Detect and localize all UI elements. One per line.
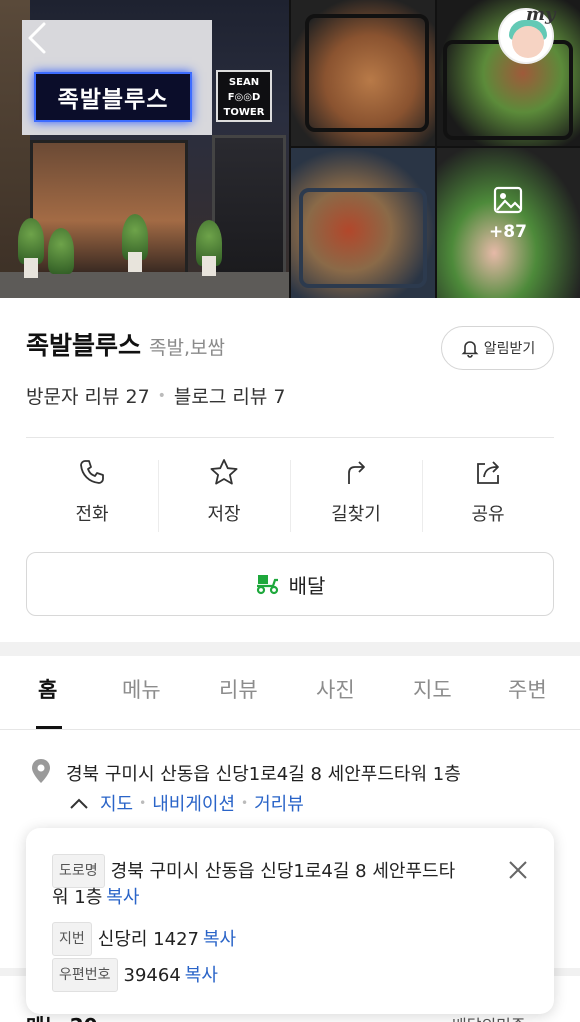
zip-value: 39464 — [123, 965, 181, 986]
more-photos-button[interactable]: +87 — [478, 186, 538, 256]
tower-sign: SEAN F◎◎D TOWER — [216, 70, 272, 122]
back-button[interactable] — [22, 20, 52, 56]
zip-code: 우편번호 39464 복사 — [52, 958, 218, 992]
section-separator — [0, 642, 580, 656]
alarm-button[interactable]: 알림받기 — [441, 326, 554, 370]
food-photo-1[interactable] — [291, 0, 435, 146]
tab-photo[interactable]: 사진 — [316, 674, 355, 704]
active-tab-indicator — [36, 726, 62, 729]
photo-gallery[interactable]: 족발블루스 SEAN F◎◎D TOWER my +87 — [0, 0, 580, 298]
phone-icon — [80, 460, 104, 484]
tab-bar: 홈 메뉴 리뷰 사진 지도 주변 — [0, 656, 580, 730]
star-icon — [210, 459, 238, 485]
chevron-up-icon[interactable] — [68, 796, 90, 810]
road-address-cont: 워 1층 복사 — [52, 884, 139, 912]
place-name: 족발블루스 — [26, 331, 142, 360]
address-links: 지도 • 내비게이션 • 거리뷰 — [68, 790, 304, 816]
tab-nearby[interactable]: 주변 — [508, 674, 547, 704]
delivery-scooter-icon — [256, 575, 278, 595]
lot-address: 지번 신당리 1427 복사 — [52, 922, 236, 956]
storefront-sign: 족발블루스 — [34, 72, 192, 122]
copy-zip-button[interactable]: 복사 — [185, 965, 218, 986]
directions-label: 길찾기 — [331, 504, 381, 525]
image-icon — [493, 186, 523, 214]
alarm-label: 알림받기 — [483, 341, 536, 357]
copy-lot-button[interactable]: 복사 — [203, 929, 236, 950]
share-button[interactable]: 공유 — [422, 458, 554, 532]
divider — [26, 437, 554, 438]
photo-count: +87 — [489, 222, 527, 242]
road-address-line1: 경북 구미시 산동읍 신당1로4길 8 세안푸드타 — [110, 861, 456, 882]
lot-value: 신당리 1427 — [97, 929, 199, 950]
address-row: 경북 구미시 산동읍 신당1로4길 8 세안푸드타워 1층 — [30, 758, 461, 786]
chevron-left-icon — [28, 22, 46, 54]
lot-badge: 지번 — [52, 922, 92, 956]
share-icon — [477, 461, 499, 484]
close-icon — [509, 861, 527, 879]
tab-home[interactable]: 홈 — [38, 674, 57, 704]
save-button[interactable]: 저장 — [158, 458, 290, 532]
share-label: 공유 — [471, 504, 505, 525]
directions-button[interactable]: 길찾기 — [290, 458, 422, 532]
blog-review-link[interactable]: 블로그 리뷰 7 — [174, 382, 286, 409]
tab-menu[interactable]: 메뉴 — [122, 674, 161, 704]
place-category: 족발,보쌈 — [149, 337, 225, 359]
address-detail-popup: 도로명 경북 구미시 산동읍 신당1로4길 8 세안푸드타 워 1층 복사 지번 신당… — [26, 828, 554, 1014]
streetview-link[interactable]: 거리뷰 — [254, 790, 304, 816]
copy-road-button[interactable]: 복사 — [106, 887, 139, 908]
close-button[interactable] — [508, 860, 528, 880]
action-bar: 전화 저장 길찾기 공유 — [26, 458, 554, 532]
tab-map[interactable]: 지도 — [413, 674, 452, 704]
visitor-review-link[interactable]: 방문자 리뷰 27 — [26, 382, 150, 409]
place-title: 족발블루스 족발,보쌈 — [26, 326, 225, 362]
road-address-line2: 워 1층 — [52, 887, 103, 908]
navigation-link[interactable]: 내비게이션 — [152, 790, 235, 816]
zip-badge: 우편번호 — [52, 958, 118, 992]
save-label: 저장 — [207, 504, 241, 525]
road-badge: 도로명 — [52, 854, 105, 888]
call-label: 전화 — [75, 504, 109, 525]
bell-icon — [461, 341, 479, 358]
tab-review[interactable]: 리뷰 — [219, 674, 258, 704]
delivery-label: 배달 — [288, 573, 326, 598]
delivery-button[interactable]: 배달 — [26, 552, 554, 616]
directions-icon — [348, 461, 365, 484]
food-photo-3[interactable] — [291, 148, 435, 298]
my-badge: my — [526, 4, 556, 25]
location-pin-icon — [32, 759, 50, 783]
road-address: 도로명 경북 구미시 산동읍 신당1로4길 8 세안푸드타 — [52, 854, 455, 888]
map-link[interactable]: 지도 — [100, 790, 133, 816]
review-summary: 방문자 리뷰 27 • 블로그 리뷰 7 — [26, 382, 286, 409]
address-text: 경북 구미시 산동읍 신당1로4길 8 세안푸드타워 1층 — [66, 764, 461, 785]
call-button[interactable]: 전화 — [26, 458, 158, 532]
